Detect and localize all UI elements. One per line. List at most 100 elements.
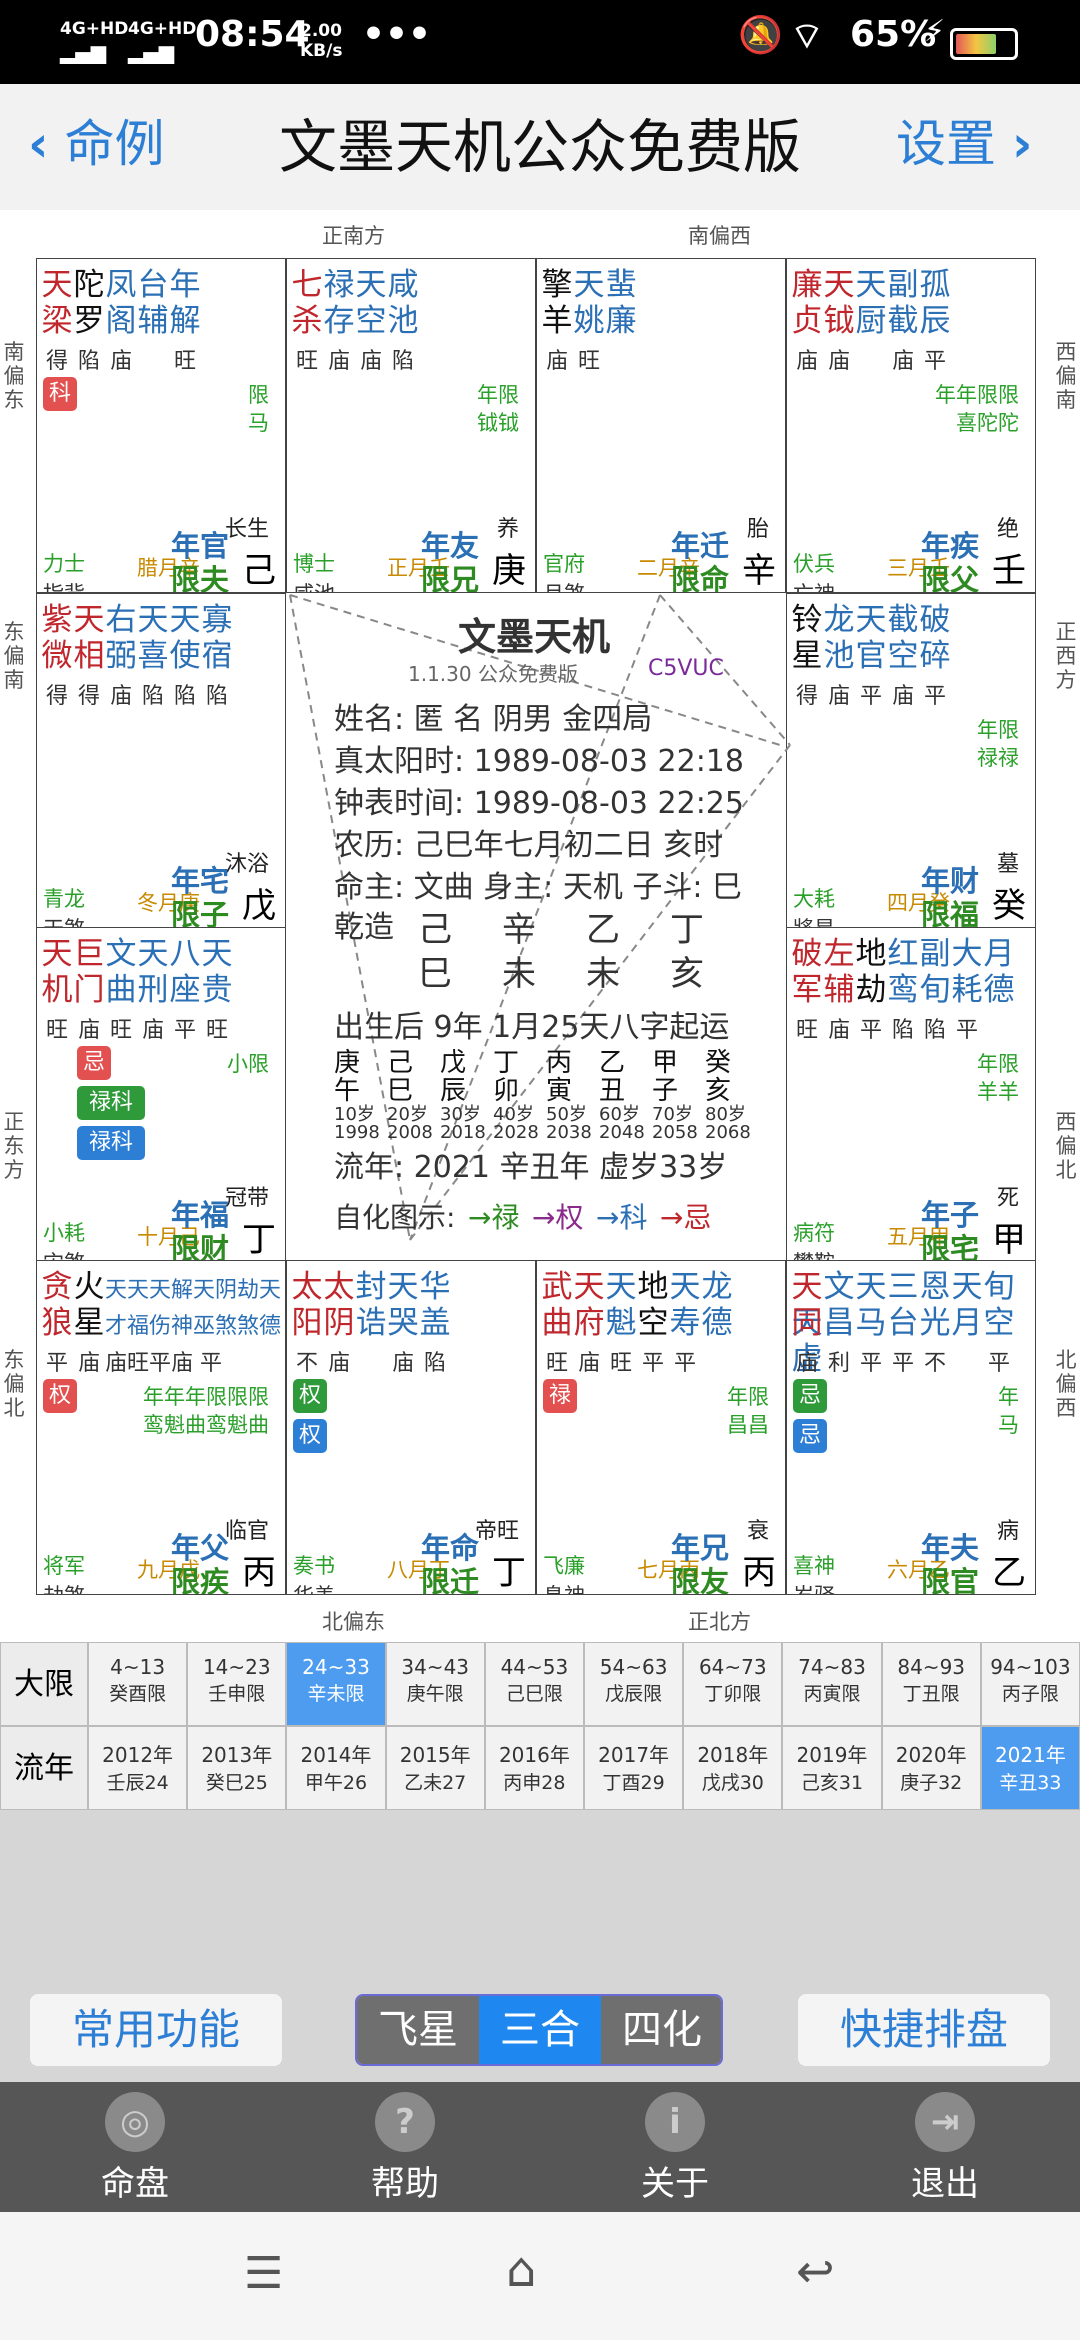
dayun-cell[interactable]: 24~33 辛未限 [286,1642,386,1726]
liunian-cell[interactable]: 2020年 庚子32 [881,1726,981,1810]
signal-1-label: 4G+HD [60,19,129,39]
bazi-stem: 己 [418,910,452,950]
home-icon[interactable]: ⌂ [506,2242,536,2298]
liunian-ganzhi: 辛丑33 [999,1772,1062,1794]
back-icon[interactable]: ↩ [796,2244,835,2298]
bazi-branch: 亥 [670,954,704,994]
liunian-cell[interactable]: 2016年丙申28 [484,1726,584,1810]
liunian-cell[interactable]: 2015年乙未27 [385,1726,485,1810]
net-speed-top: 2.00 [300,21,342,41]
clock-time-line: 钟表时间: 1989-08-03 22:25 [334,786,744,821]
dayun-years: 1998 [334,1122,380,1143]
mute-icon: 🔕 [738,15,783,56]
bazi-stem: 丁 [670,910,704,950]
dayun-cell[interactable]: 84~93 丁丑限 [881,1642,981,1726]
liunian-ganzhi: 甲午26 [304,1772,368,1794]
chart-disc-icon: ◎ [105,2092,165,2152]
dayun-range: 94~103 [990,1655,1071,1679]
liunian-cell[interactable]: 2019年 己亥31 [782,1726,882,1810]
common-functions-button[interactable]: 常用功能 [30,1994,282,2066]
app-header: ‹ 命例 文墨天机公众免费版 设置 › [0,84,1080,210]
help-icon: ? [375,2092,435,2152]
liunian-range: 2015年 [399,1743,471,1767]
bazi-stem: 辛 [502,910,536,950]
dayun-cell[interactable]: 14~23 壬申限 [187,1642,287,1726]
exit-icon: ⇥ [915,2092,975,2152]
status-bar: 4G+HD 4G+HD ▂▄▆ ▂▄▆ 08:54 2.00 KB/s ••• … [0,0,1080,84]
hua-item: →忌 [660,1201,712,1234]
solar-time-line: 真太阳时: 1989-08-03 22:18 [334,744,744,779]
liunian-cell[interactable]: 2014年 甲午26 [286,1726,386,1810]
liunian-range: 2021年 [994,1743,1066,1767]
battery-icon [950,28,1018,60]
dayun-cell[interactable]: 64~73 丁卯限 [683,1642,783,1726]
liunian-ganzhi: 乙未27 [404,1772,467,1794]
liunian-ganzhi: 癸巳25 [205,1772,268,1794]
settings-label: 设置 [896,115,996,173]
liunian-ganzhi: 丙申28 [503,1772,566,1794]
liunian-range: 2012年 [102,1743,174,1767]
dayun-cell[interactable]: 34~43 庚午限 [385,1642,485,1726]
nav-help-label: 帮助 [371,2164,439,2204]
chevron-right-icon: › [1011,115,1033,173]
astrology-chart: 正南方 南偏西 北偏东 正北方 南偏东 东偏南 正东方 东偏北 西偏南 正西方 … [0,210,1080,1642]
nav-exit[interactable]: ⇥ 退出 [875,2092,1015,2205]
dayun-years: 2028 [493,1122,539,1143]
liunian-cell[interactable]: 2012年壬辰24 [88,1726,188,1810]
hua-label: 自化图示: [334,1201,456,1234]
signal-bars-icon: ▂▄▆ [60,40,107,64]
dayun-range: 54~63 [599,1655,668,1679]
liunian-ganzhi: 戊戌30 [701,1772,764,1794]
dayun-range: 84~93 [897,1655,966,1679]
system-nav-bar: ☰ ⌂ ↩ [0,2212,1080,2340]
nav-about[interactable]: i 关于 [605,2092,745,2205]
dayun-ganzhi: 庚午限 [406,1683,464,1705]
dayun-years: 2018 [440,1122,486,1143]
center-code: C5VUC [648,656,724,681]
nav-chart[interactable]: ◎ 命盘 [65,2092,205,2205]
liunian-range: 2013年 [201,1743,273,1767]
mode-sihua-button[interactable]: 四化 [601,1996,721,2064]
info-icon: i [645,2092,705,2152]
liunian-cell[interactable]: 2018年 戊戌30 [683,1726,783,1810]
qianzao-label: 乾造 [334,910,394,945]
dayun-years: 2038 [546,1122,592,1143]
liunian-range: 2017年 [598,1743,670,1767]
name-line: 姓名: 匿 名 阴男 金四局 [334,702,653,737]
flow-year-line: 流年: 2021 辛丑年 虚岁33岁 [334,1150,728,1185]
dayun-cell[interactable]: 44~53 己巳限 [484,1642,584,1726]
center-info: 文墨天机 1.1.30 公众免费版 C5VUC 姓名: 匿 名 阴男 金四局 真… [288,592,788,1256]
dayun-ganzhi: 壬申限 [208,1683,266,1705]
hua-item: →科 [596,1201,648,1234]
mode-feixing-button[interactable]: 飞星 [357,1996,479,2064]
ming-line: 命主: 文曲 身主: 天机 子斗: 巳 [334,870,743,905]
liunian-range: 2016年 [498,1743,570,1767]
timeline: 大限 流年 4~13 癸酉限 14~23 壬申限 24~33 辛未限 34~43 庚午限 44~… [0,1642,1080,1812]
more-dots: ••• [362,14,432,55]
menu-icon[interactable]: ☰ [244,2248,283,2299]
dayun-range: 44~53 [500,1655,569,1679]
dayun-range: 24~33 [302,1655,370,1679]
liunian-cell[interactable]: 2021年辛丑33 [980,1726,1080,1810]
dayun-cell[interactable]: 94~103 丙子限 [980,1642,1080,1726]
nav-help[interactable]: ? 帮助 [335,2092,475,2205]
settings-button[interactable]: 设置 › [896,104,1033,176]
signal-2-label: 4G+HD [128,19,197,39]
dayun-cell[interactable]: 74~83 丙寅限 [782,1642,882,1726]
liunian-ganzhi: 壬辰24 [106,1772,169,1794]
chart-mode-toggle: 飞星 三合 四化 [355,1994,723,2066]
dayun-cell[interactable]: 54~63 戊辰限 [584,1642,684,1726]
nav-chart-label: 命盘 [101,2164,169,2204]
dayun-years: 2008 [387,1122,433,1143]
lunar-line: 农历: 己巳年七月初二日 亥时 [334,828,724,863]
hua-item: →禄 [468,1201,520,1234]
liunian-cell[interactable]: 2017年丁酉29 [584,1726,684,1810]
quick-chart-button[interactable]: 快捷排盘 [798,1994,1050,2066]
bottom-nav: ◎ 命盘 ? 帮助 i 关于 ⇥ 退出 [0,2082,1080,2212]
mode-sanhe-button[interactable]: 三合 [479,1996,601,2064]
liunian-cell[interactable]: 2013年癸巳25 [187,1726,287,1810]
liunian-ganzhi: 丁酉29 [602,1772,665,1794]
charging-icon: ⚡ [924,14,946,49]
dayun-cell[interactable]: 4~13 癸酉限 [88,1642,188,1726]
dayun-ganzhi: 丁丑限 [902,1683,960,1705]
